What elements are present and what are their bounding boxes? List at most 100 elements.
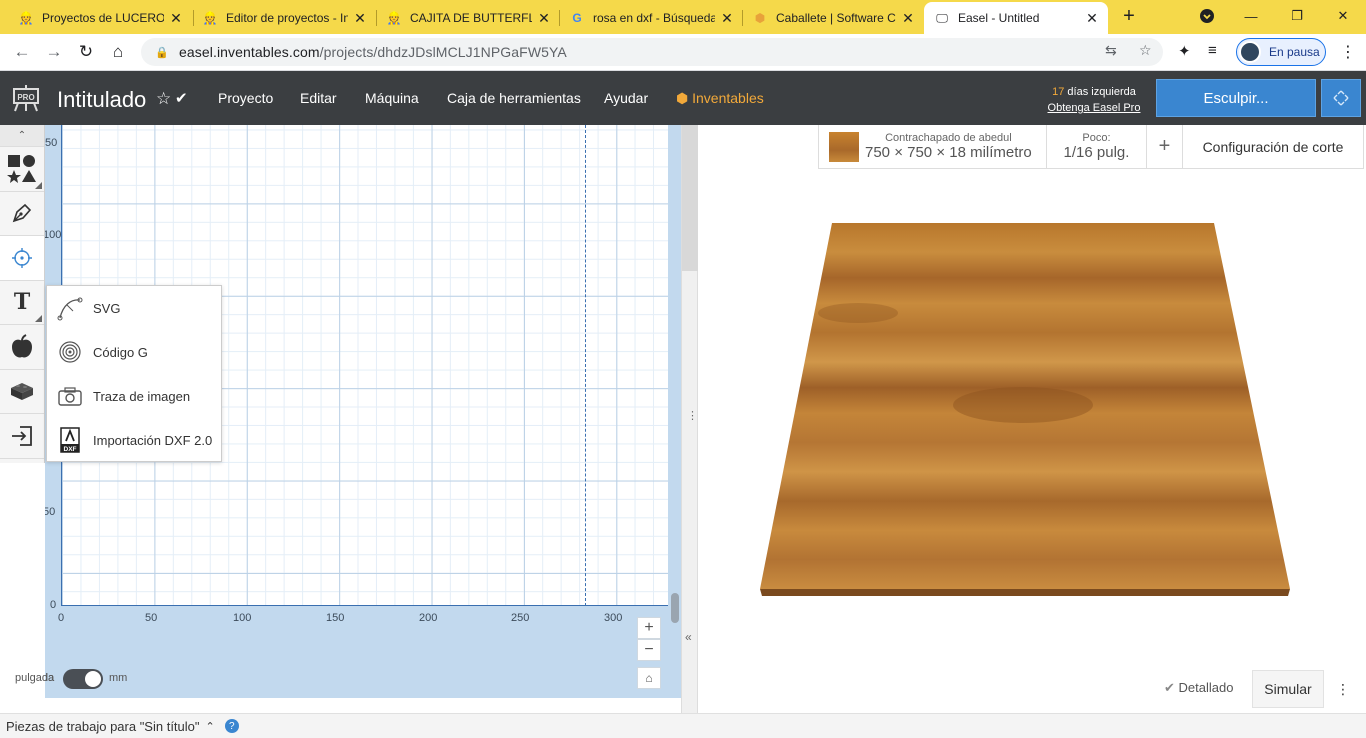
splitter-scroll-track[interactable] bbox=[682, 125, 698, 271]
unit-label-inch-text: pulgada bbox=[15, 672, 55, 684]
material-3d-preview[interactable] bbox=[758, 223, 1292, 596]
text-tool-button[interactable]: T bbox=[0, 281, 44, 325]
close-icon[interactable]: ✕ bbox=[1084, 10, 1100, 26]
import-svg-item[interactable]: SVG bbox=[47, 286, 221, 330]
pen-tool-button[interactable] bbox=[0, 192, 44, 236]
import-menu: SVG Código G Traza de imagen DXF Importa… bbox=[46, 285, 222, 462]
shapes-tool-button[interactable] bbox=[0, 147, 44, 192]
import-gcode-item[interactable]: Código G bbox=[47, 330, 221, 374]
menu-inventables[interactable]: ⬢ Inventables bbox=[676, 90, 764, 107]
minimize-icon[interactable]: — bbox=[1228, 0, 1274, 32]
zoom-in-button[interactable]: + bbox=[637, 617, 661, 639]
pen-nib-icon bbox=[12, 204, 32, 223]
project-title[interactable]: Intitulado bbox=[57, 87, 146, 113]
collapse-up-icon[interactable]: ⌃ bbox=[0, 125, 44, 147]
simulate-button[interactable]: Simular bbox=[1252, 670, 1324, 708]
material-boundary-line bbox=[585, 125, 586, 606]
browser-menu-icon[interactable]: ⋮ bbox=[1340, 42, 1356, 62]
bit-selector[interactable]: Poco: 1/16 pulg. bbox=[1047, 125, 1147, 168]
drag-handle-icon[interactable]: ⋮ bbox=[687, 409, 698, 422]
trial-info: 17 días izquierda Obtenga Easel Pro bbox=[1040, 84, 1148, 116]
home-icon[interactable]: ⌂ bbox=[106, 40, 130, 64]
close-icon[interactable]: ✕ bbox=[719, 10, 735, 26]
camera-icon bbox=[57, 383, 83, 409]
reload-icon[interactable]: ↻ bbox=[74, 40, 98, 64]
browser-tab-5[interactable]: ⬢ Caballete | Software CN ✕ bbox=[742, 4, 924, 32]
x-tick: 0 bbox=[58, 612, 65, 624]
restore-icon[interactable]: ❐ bbox=[1274, 0, 1320, 32]
media-icon[interactable]: ≡ bbox=[1208, 42, 1217, 59]
profile-button[interactable]: En pausa bbox=[1236, 38, 1326, 66]
avatar bbox=[1239, 41, 1261, 63]
import-tool-button[interactable] bbox=[0, 414, 44, 459]
bookmark-star-icon[interactable]: ☆ bbox=[1139, 42, 1152, 59]
chevron-up-icon[interactable]: ⌃ bbox=[206, 720, 215, 733]
import-icon bbox=[12, 425, 32, 446]
get-easel-pro-link[interactable]: Obtenga Easel Pro bbox=[1040, 100, 1148, 116]
workpieces-status-bar: Piezas de trabajo para "Sin título" ⌃ ? bbox=[0, 713, 1366, 738]
material-bar: Contrachapado de abedul 750 × 750 × 18 m… bbox=[818, 125, 1364, 169]
zoom-out-button[interactable]: − bbox=[637, 639, 661, 661]
favorite-star-icon[interactable]: ☆ bbox=[156, 89, 171, 109]
x-tick: 150 bbox=[326, 612, 345, 624]
expand-left-icon[interactable]: « bbox=[685, 630, 692, 644]
x-tick: 100 bbox=[233, 612, 252, 624]
workpieces-label[interactable]: Piezas de trabajo para "Sin título" bbox=[6, 719, 200, 734]
import-image-trace-item[interactable]: Traza de imagen bbox=[47, 374, 221, 418]
material-selector[interactable]: Contrachapado de abedul 750 × 750 × 18 m… bbox=[819, 125, 1047, 168]
add-bit-button[interactable]: + bbox=[1147, 125, 1183, 168]
inventables-icon: ⬢ bbox=[676, 90, 689, 106]
browser-tab-3[interactable]: 👷 CAJITA DE BUTTERFLY ✕ bbox=[376, 4, 560, 32]
unit-toggle[interactable] bbox=[63, 669, 103, 689]
inventables-icon: ⬢ bbox=[754, 11, 766, 25]
monitor-icon: 🖵 bbox=[936, 10, 948, 25]
browser-tab-active[interactable]: 🖵 Easel - Untitled ✕ bbox=[924, 2, 1108, 34]
y-tick: 0 bbox=[50, 599, 57, 611]
menu-editar[interactable]: Editar bbox=[300, 90, 337, 106]
tab-search-icon[interactable] bbox=[1184, 0, 1230, 32]
text-t-icon: T bbox=[13, 289, 31, 316]
import-dxf-item[interactable]: DXF Importación DXF 2.0 bbox=[47, 418, 221, 462]
fullscreen-icon[interactable] bbox=[1321, 79, 1361, 117]
extensions-icon[interactable]: ✦ bbox=[1178, 42, 1191, 60]
close-icon[interactable]: ✕ bbox=[352, 10, 368, 26]
vertical-scrollbar[interactable] bbox=[671, 593, 679, 623]
back-arrow-icon[interactable]: ← bbox=[10, 40, 34, 64]
close-icon[interactable]: ✕ bbox=[168, 10, 184, 26]
browser-tab-2[interactable]: 👷 Editor de proyectos - In ✕ bbox=[192, 4, 376, 32]
detailed-toggle[interactable]: ✔ Detallado bbox=[1164, 680, 1233, 696]
easel-pro-logo-icon[interactable]: PRO bbox=[12, 84, 40, 112]
home-view-icon[interactable]: ⌂ bbox=[637, 667, 661, 689]
window-close-icon[interactable]: ✕ bbox=[1320, 0, 1366, 32]
svg-text:DXF: DXF bbox=[64, 446, 77, 453]
x-tick: 200 bbox=[419, 612, 438, 624]
shapes-icon bbox=[7, 154, 36, 183]
more-options-icon[interactable]: ⋮ bbox=[1332, 670, 1354, 708]
forward-arrow-icon[interactable]: → bbox=[42, 40, 66, 64]
parts-library-button[interactable] bbox=[0, 370, 44, 414]
cut-settings-button[interactable]: Configuración de corte bbox=[1183, 125, 1363, 168]
apps-tool-button[interactable] bbox=[0, 325, 44, 370]
menu-maquina[interactable]: Máquina bbox=[365, 90, 419, 106]
translate-icon[interactable]: ⇆ bbox=[1105, 42, 1117, 59]
carve-button[interactable]: Esculpir... bbox=[1156, 79, 1316, 117]
x-tick: 250 bbox=[511, 612, 530, 624]
url-input[interactable]: 🔒 easel.inventables.com/projects/dhdzJDs… bbox=[141, 38, 1163, 66]
svg-text:PRO: PRO bbox=[17, 93, 34, 102]
y-tick: 50 bbox=[45, 137, 58, 149]
browser-tab-4[interactable]: G rosa en dxf - Búsqueda ✕ bbox=[559, 4, 743, 32]
menu-proyecto[interactable]: Proyecto bbox=[218, 90, 273, 106]
close-icon[interactable]: ✕ bbox=[900, 10, 916, 26]
browser-tab-1[interactable]: 👷 Proyectos de LUCERO ✕ bbox=[8, 4, 192, 32]
new-tab-button[interactable]: + bbox=[1118, 5, 1140, 27]
x-tick: 50 bbox=[145, 612, 158, 624]
easel-icon: 👷 bbox=[18, 11, 34, 25]
menu-caja-herramientas[interactable]: Caja de herramientas bbox=[447, 90, 581, 106]
point-tool-button[interactable] bbox=[0, 236, 44, 281]
menu-ayudar[interactable]: Ayudar bbox=[604, 90, 648, 106]
svg-curve-icon bbox=[57, 295, 83, 321]
close-icon[interactable]: ✕ bbox=[536, 10, 552, 26]
help-icon[interactable]: ? bbox=[224, 719, 239, 733]
lock-icon: 🔒 bbox=[155, 46, 169, 59]
google-icon: G bbox=[572, 11, 582, 25]
